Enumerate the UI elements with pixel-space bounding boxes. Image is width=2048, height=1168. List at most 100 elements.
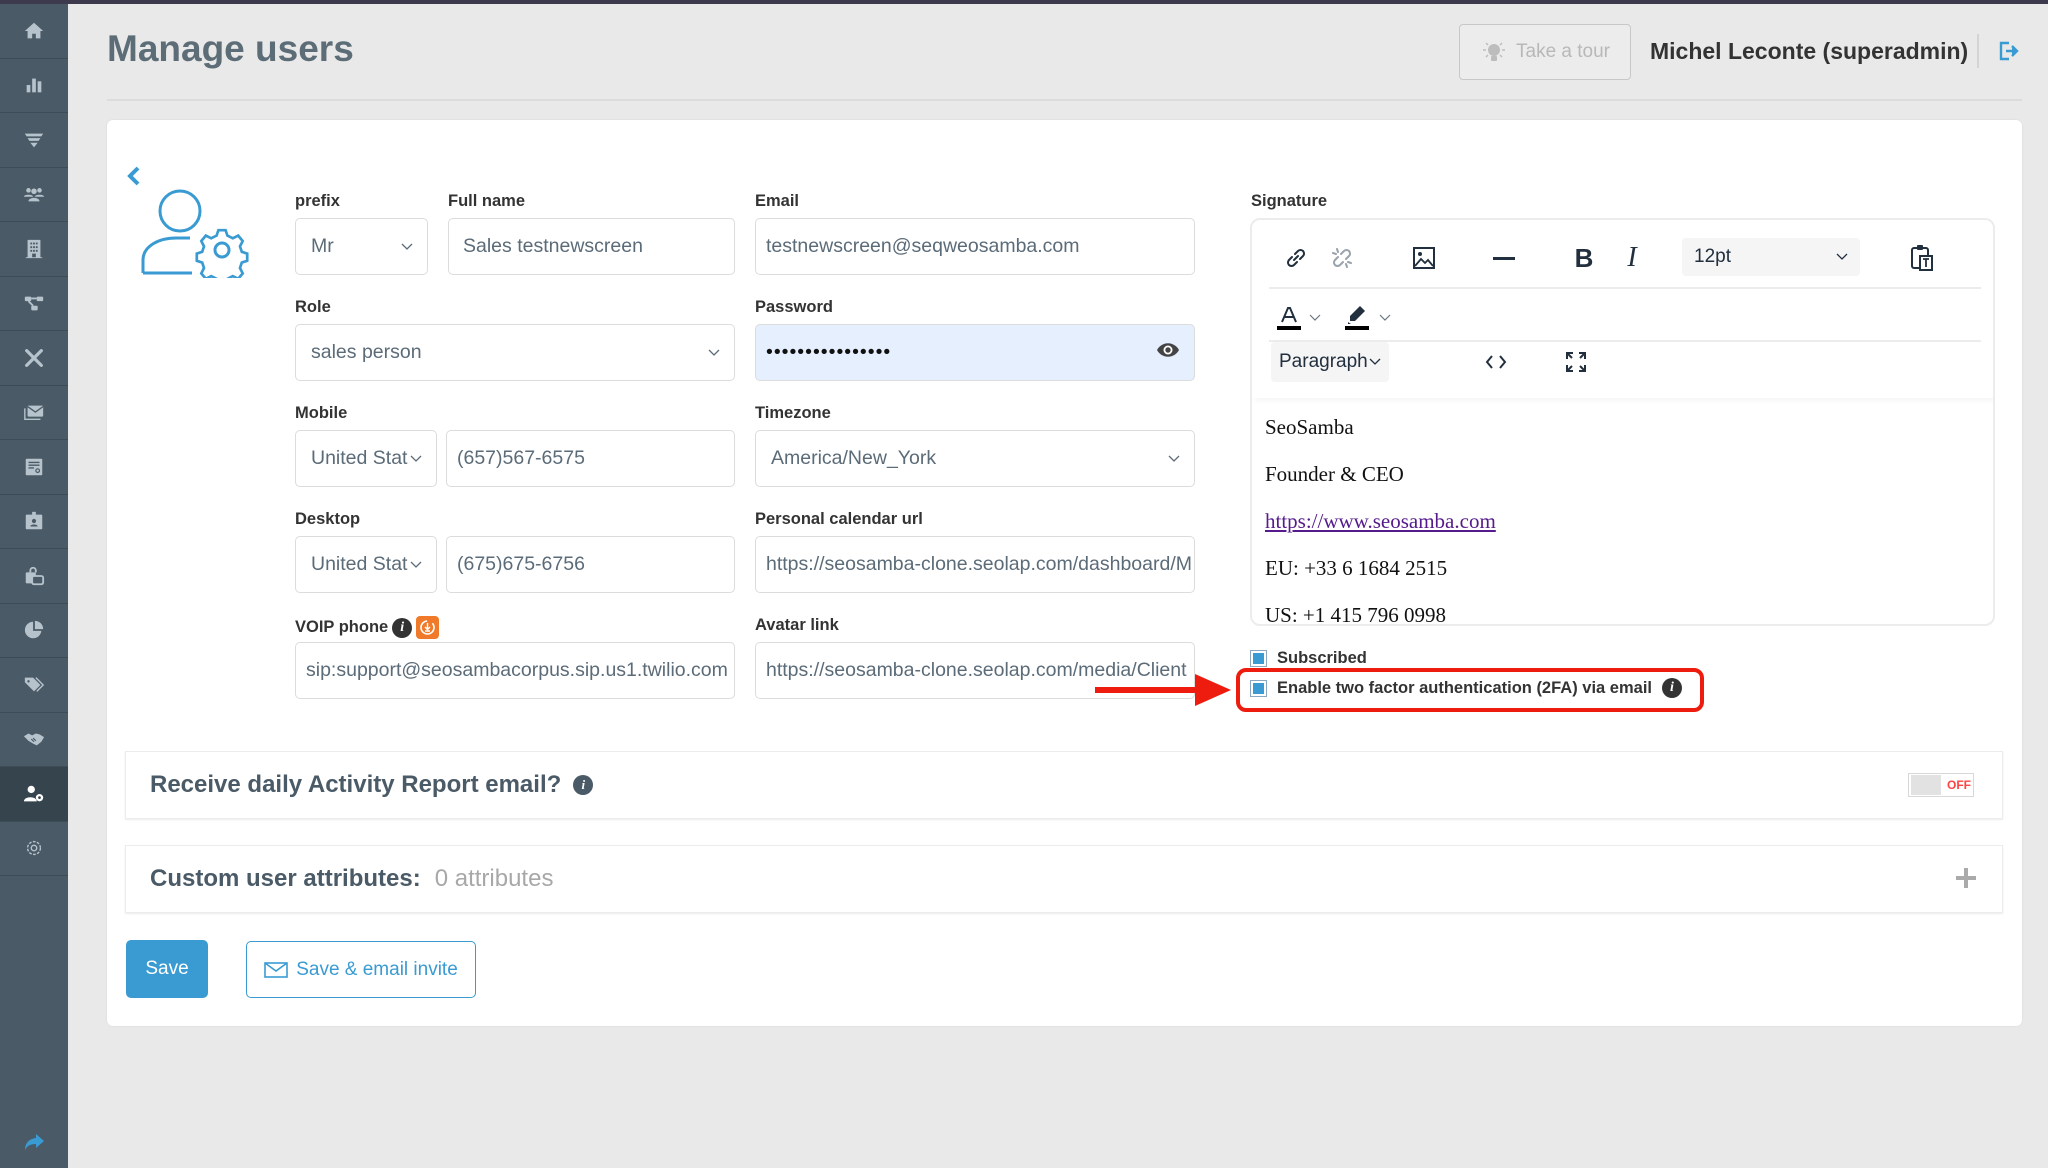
sidebar-item-content[interactable]: [0, 440, 68, 495]
toolbar-shadow: [1252, 390, 1993, 398]
text-color-button[interactable]: [1274, 298, 1304, 338]
bold-button[interactable]: B: [1564, 238, 1604, 278]
password-input[interactable]: ••••••••••••••••: [755, 324, 1195, 381]
signature-content[interactable]: SeoSamba Founder & CEO https://www.seosa…: [1265, 404, 1496, 624]
timezone-label: Timezone: [755, 404, 831, 422]
italic-button[interactable]: I: [1612, 238, 1652, 278]
mobile-country-select[interactable]: United Stat: [295, 430, 437, 487]
sidebar-bottom-share[interactable]: [0, 1130, 68, 1154]
mobile-number-input[interactable]: (657)567-6575: [446, 430, 735, 487]
custom-attributes-panel[interactable]: Custom user attributes: 0 attributes: [125, 845, 2003, 913]
custom-attributes-title: Custom user attributes:: [150, 865, 421, 892]
handshake-icon: [23, 733, 45, 746]
add-attribute-button[interactable]: [1954, 866, 1978, 895]
users-group-icon: [23, 188, 45, 202]
calendar-url-input[interactable]: https://seosamba-clone.seolap.com/dashbo…: [755, 536, 1195, 593]
text-color-dropdown[interactable]: [1306, 298, 1324, 338]
prefix-value: Mr: [311, 235, 334, 257]
sidebar-item-tools[interactable]: [0, 331, 68, 386]
desktop-label: Desktop: [295, 510, 361, 528]
role-select[interactable]: sales person: [295, 324, 735, 381]
sidebar-item-settings[interactable]: [0, 822, 68, 876]
save-button[interactable]: Save: [126, 940, 208, 998]
sidebar-item-companies[interactable]: [0, 222, 68, 277]
two-factor-checkbox[interactable]: [1250, 679, 1267, 697]
highlight-color-dropdown[interactable]: [1376, 298, 1394, 338]
source-code-button[interactable]: [1476, 342, 1516, 382]
show-password-toggle[interactable]: [1156, 341, 1180, 364]
sidebar: [0, 4, 68, 1168]
voip-phone-value: sip:support@seosambacorpus.sip.us1.twili…: [306, 659, 728, 681]
timezone-select[interactable]: America/New_York: [755, 430, 1195, 487]
subscribed-checkbox[interactable]: [1250, 650, 1267, 667]
logout-button[interactable]: [1998, 40, 2020, 67]
signature-website-link[interactable]: https://www.seosamba.com: [1265, 509, 1496, 533]
prefix-select[interactable]: Mr: [295, 218, 428, 275]
block-format-select[interactable]: Paragraph: [1271, 342, 1389, 382]
gear-icon: [26, 841, 42, 856]
info-icon[interactable]: i: [573, 775, 594, 795]
paste-as-text-button[interactable]: [1902, 238, 1942, 278]
sidebar-item-funnel[interactable]: [0, 113, 68, 168]
take-a-tour-button[interactable]: Take a tour: [1459, 24, 1631, 80]
font-size-select[interactable]: 12pt: [1682, 238, 1860, 276]
info-icon[interactable]: i: [1662, 678, 1682, 698]
sidebar-item-tags[interactable]: [0, 658, 68, 713]
full-name-input[interactable]: Sales testnewscreen: [448, 218, 735, 275]
sidebar-item-reports[interactable]: [0, 59, 68, 113]
user-gear-outline-icon: [141, 189, 249, 286]
info-icon[interactable]: i: [392, 617, 413, 638]
avatar-link-input[interactable]: https://seosamba-clone.seolap.com/media/…: [755, 642, 1195, 699]
mobile-label: Mobile: [295, 404, 348, 422]
sidebar-item-analytics[interactable]: [0, 604, 68, 658]
activity-report-toggle[interactable]: OFF: [1908, 773, 1974, 797]
signature-line-eu-phone: EU: +33 6 1684 2515: [1265, 556, 1448, 580]
voip-phone-input[interactable]: sip:support@seosambacorpus.sip.us1.twili…: [295, 642, 735, 699]
horizontal-line-button[interactable]: [1484, 238, 1524, 278]
sidebar-item-home[interactable]: [0, 4, 68, 59]
sidebar-item-workflow[interactable]: [0, 277, 68, 331]
lightbulb-icon: [1483, 42, 1505, 61]
activity-report-title: Receive daily Activity Report email?: [150, 771, 562, 798]
sidebar-item-shop[interactable]: [0, 549, 68, 604]
envelopes-icon: [24, 405, 44, 421]
sidebar-item-contacts[interactable]: [0, 168, 68, 222]
toggle-state: OFF: [1947, 778, 1971, 792]
funnel-icon: [24, 133, 44, 148]
desktop-number-value: (675)675-6756: [457, 553, 585, 575]
calendar-url-label: Personal calendar url: [755, 510, 923, 528]
sidebar-item-team[interactable]: [0, 495, 68, 549]
insert-link-button[interactable]: [1276, 238, 1316, 278]
desktop-number-input[interactable]: (675)675-6756: [446, 536, 735, 593]
checkbox-checked-mark: [1253, 653, 1264, 664]
top-bar: [0, 0, 2048, 4]
chevron-down-icon: [1168, 455, 1180, 462]
email-label: Email: [755, 192, 800, 210]
two-factor-checkbox-row[interactable]: Enable two factor authentication (2FA) v…: [1250, 678, 1682, 698]
fullscreen-button[interactable]: [1556, 342, 1596, 382]
custom-attributes-count: 0 attributes: [434, 865, 554, 892]
page-title: Manage users: [107, 28, 354, 69]
email-value: testnewscreen@seqweosamba.com: [766, 235, 1080, 257]
highlighter-icon: [1345, 306, 1369, 330]
id-badge-icon: [25, 512, 43, 530]
chevron-down-icon: [410, 455, 422, 462]
sidebar-item-manage-users[interactable]: [0, 767, 68, 822]
chevron-down-icon: [1379, 314, 1391, 321]
subscribed-checkbox-row[interactable]: Subscribed: [1250, 649, 1367, 668]
email-input[interactable]: testnewscreen@seqweosamba.com: [755, 218, 1195, 275]
save-and-email-invite-button[interactable]: Save & email invite: [246, 941, 476, 998]
remove-link-button[interactable]: [1322, 238, 1362, 278]
softphone-download-button[interactable]: [416, 616, 440, 639]
sidebar-item-email[interactable]: [0, 386, 68, 440]
calendar-url-value: https://seosamba-clone.seolap.com/dashbo…: [766, 553, 1192, 575]
signature-line-company: SeoSamba: [1265, 415, 1354, 439]
link-icon: [1286, 248, 1306, 268]
insert-image-button[interactable]: [1404, 238, 1444, 278]
desktop-country-select[interactable]: United Stat: [295, 536, 437, 593]
chevron-down-icon: [1369, 358, 1381, 365]
highlight-color-button[interactable]: [1342, 298, 1372, 338]
tags-icon: [24, 676, 45, 692]
sidebar-item-partners[interactable]: [0, 713, 68, 767]
voip-label-text: VOIP phone: [295, 618, 389, 636]
